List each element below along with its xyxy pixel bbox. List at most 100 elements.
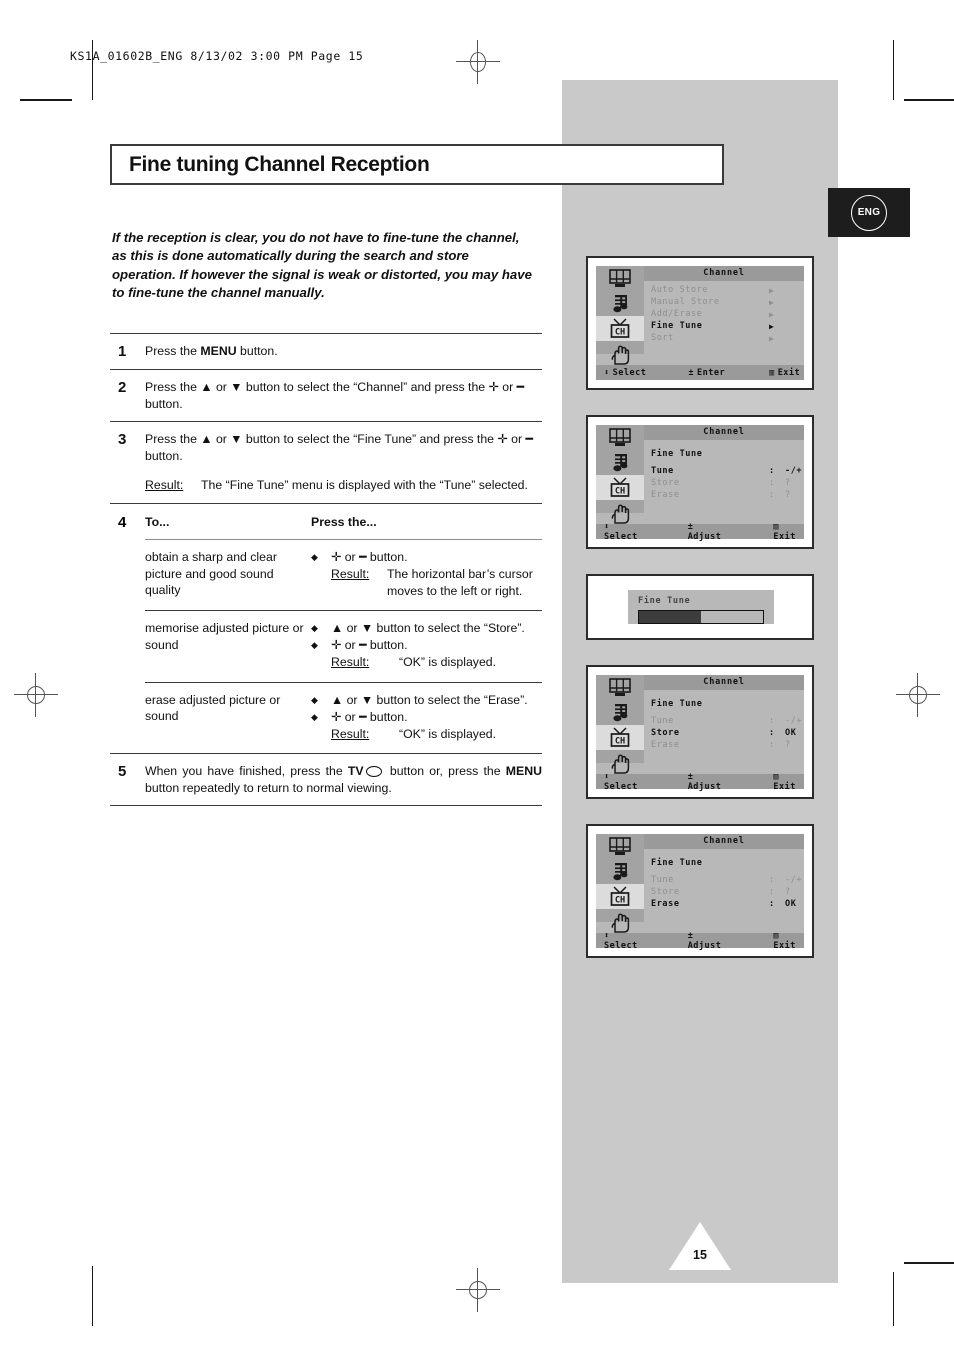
osd-footer-bar: ⬍Select ±Adjust ▥Exit (596, 521, 804, 542)
table-header-to: To... (145, 514, 170, 529)
chevron-right-icon: ▶ (769, 297, 775, 307)
page-number-triangle (669, 1222, 731, 1270)
sound-icon[interactable] (596, 859, 644, 884)
osd-menu-item-value: -/+ (785, 716, 803, 726)
step-5-menu-keyword: MENU (505, 764, 542, 778)
osd-menu-item-label: Tune (651, 466, 674, 476)
step-1-menu-keyword: MENU (200, 344, 237, 358)
updown-arrow-icon: ⬍ (604, 771, 610, 782)
language-badge: ENG (828, 188, 910, 237)
osd-colon: : (769, 466, 775, 476)
updown-arrow-icon: ⬍ (604, 521, 610, 532)
picture-icon[interactable] (596, 834, 644, 859)
print-slug: KS1A_01602B_ENG 8/13/02 3:00 PM Page 15 (70, 49, 364, 63)
channel-icon[interactable]: CH (596, 725, 644, 750)
osd-menu-item[interactable]: Auto Store ▶ (651, 284, 798, 296)
osd-submenu-heading: Fine Tune (651, 693, 798, 715)
instruction-steps: 1 Press the MENU button. 2 Press the ▲ o… (110, 333, 542, 807)
osd-icon-rail: CH (596, 834, 644, 933)
osd-title-bar: Channel (644, 834, 804, 849)
bullet-spacer (311, 654, 331, 670)
svg-text:CH: CH (615, 486, 625, 496)
row-result-label: Result: (331, 655, 370, 670)
sound-icon[interactable] (596, 291, 644, 316)
osd-panel-fine-tune-erase: CH Channel Fine Tune Tune : -/+ Store : … (586, 824, 814, 958)
table-cell-press: ◆ ▲ or ▼ button to select the “Erase”. ◆… (311, 692, 542, 742)
osd-title-bar: Channel (644, 266, 804, 281)
osd-menu-item-selected[interactable]: Fine Tune ▶ (651, 320, 798, 332)
bullet-spacer (311, 726, 331, 742)
chevron-right-icon: ▶ (769, 321, 775, 331)
fine-tune-slider[interactable] (638, 610, 764, 624)
crop-line-bottom-right-horizontal (904, 1262, 954, 1264)
osd-title-text: Channel (703, 268, 745, 278)
step-3-result-text: The “Fine Tune” menu is displayed with t… (201, 478, 528, 493)
osd-menu-item[interactable]: Tune : -/+ (651, 874, 802, 886)
diamond-bullet-icon: ◆ (311, 552, 318, 563)
osd-submenu-heading: Fine Tune (651, 852, 798, 874)
osd-menu-list: Fine Tune Tune : -/+ Store : OK Erase : … (651, 693, 802, 759)
row-result-label: Result: (331, 726, 370, 741)
channel-icon[interactable]: CH (596, 884, 644, 909)
osd-footer-select: Select (604, 781, 638, 792)
setup-hand-icon[interactable] (596, 341, 644, 366)
osd-menu-item-label: Tune (651, 875, 674, 885)
osd-menu-item-selected[interactable]: Tune : -/+ (651, 465, 802, 477)
table-cell-to: erase adjusted picture or sound (145, 692, 281, 723)
page-number: 15 (693, 1248, 707, 1262)
row-result-text: “OK” is displayed. (399, 655, 497, 670)
chevron-right-icon: ▶ (769, 333, 775, 343)
picture-icon[interactable] (596, 675, 644, 700)
step-3-result-label: Result: (145, 478, 184, 493)
osd-footer-middle: Adjust (687, 940, 722, 951)
osd-panel-fine-tune-bar: Fine Tune (586, 574, 814, 640)
osd-menu-item-value: OK (785, 899, 797, 909)
osd-menu-item-selected[interactable]: Erase : OK (651, 898, 798, 910)
step-2-number: 2 (118, 379, 127, 396)
row-result-label: Result: (331, 567, 370, 582)
step-5-text-c: button repeatedly to return to normal vi… (145, 780, 392, 795)
osd-menu-item-value: -/+ (785, 875, 803, 885)
osd-icon-rail: CH (596, 425, 644, 524)
osd-menu-list: Fine Tune Tune : -/+ Store : ? Erase : O… (651, 852, 802, 918)
osd-menu-list: Auto Store ▶ Manual Store ▶ Add/Erase ▶ … (651, 284, 798, 350)
osd-bar-container: Fine Tune (628, 590, 774, 624)
result-line: Result: The horizontal bar’s cursor move… (311, 566, 542, 599)
svg-text:CH: CH (615, 327, 625, 337)
osd-footer-exit: Exit (773, 781, 796, 792)
sound-icon[interactable] (596, 700, 644, 725)
bullet-line: ◆ ▲ or ▼ button to select the “Store”. (311, 620, 542, 637)
osd-colon: : (769, 716, 775, 726)
step-2-text: Press the ▲ or ▼ button to select the “C… (145, 380, 525, 411)
channel-icon[interactable]: CH (596, 316, 644, 341)
osd-menu-item-label: Tune (651, 716, 674, 726)
crop-line-left-horizontal (20, 99, 72, 101)
bullet-line: ◆ ✛ or ━ button. (311, 549, 542, 566)
osd-menu-item-label: Auto Store (651, 285, 709, 295)
osd-menu-item[interactable]: Sort ▶ (651, 332, 798, 344)
crop-line-bottom-right-vertical (893, 1272, 894, 1326)
picture-icon[interactable] (596, 425, 644, 450)
osd-menu-item[interactable]: Store : ? (651, 477, 798, 489)
page-number-marker: 15 (669, 1222, 731, 1270)
osd-menu-item[interactable]: Store : ? (651, 886, 798, 898)
diamond-bullet-icon: ◆ (311, 623, 318, 634)
osd-menu-item[interactable]: Add/Erase ▶ (651, 308, 798, 320)
step-3-result: Result: The “Fine Tune” menu is displaye… (145, 477, 542, 494)
row-result-text: “OK” is displayed. (399, 726, 497, 741)
sound-icon[interactable] (596, 450, 644, 475)
svg-text:CH: CH (615, 895, 625, 905)
table-row: obtain a sharp and clear picture and goo… (145, 540, 542, 610)
picture-icon[interactable] (596, 266, 644, 291)
osd-menu-item-selected[interactable]: Store : OK (651, 727, 798, 739)
channel-icon[interactable]: CH (596, 475, 644, 500)
osd-menu-list: Fine Tune Tune : -/+ Store : ? Erase : ? (651, 443, 802, 509)
osd-menu-item[interactable]: Erase : ? (651, 739, 798, 751)
osd-colon: : (769, 875, 775, 885)
osd-menu-item[interactable]: Tune : -/+ (651, 715, 802, 727)
updown-arrow-icon: ⬍ (604, 367, 610, 378)
osd-menu-item[interactable]: Manual Store ▶ (651, 296, 798, 308)
bullet-text: ✛ or ━ button. (331, 709, 408, 724)
osd-menu-item[interactable]: Erase : ? (651, 489, 798, 501)
crop-line-right-horizontal (904, 99, 954, 101)
